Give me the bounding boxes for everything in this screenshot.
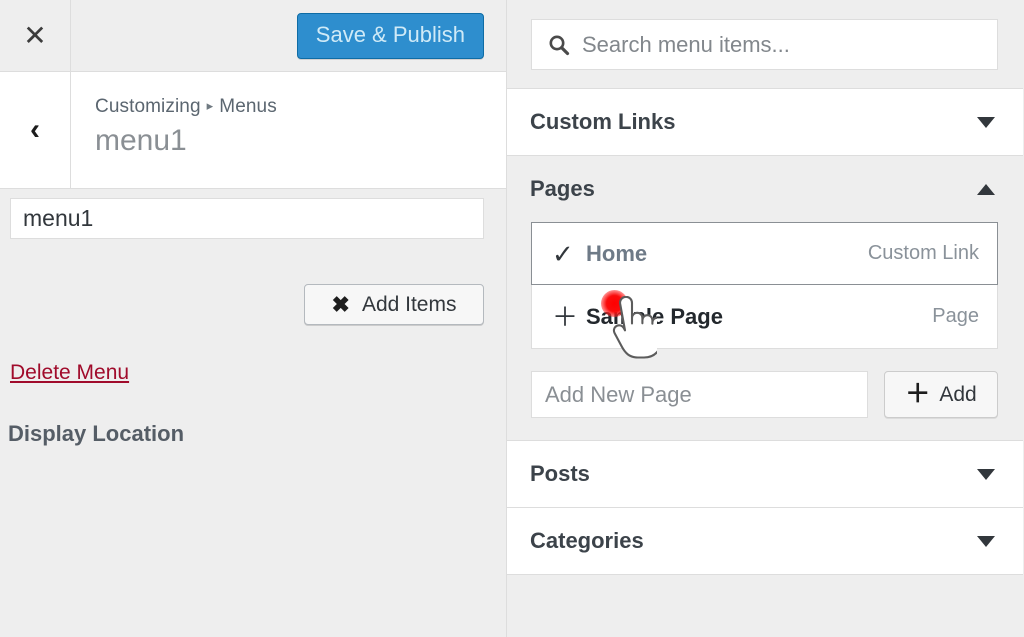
- section-custom-links: Custom Links: [507, 89, 1023, 156]
- menu-item-sample-page-type: Page: [932, 305, 979, 328]
- menu-item-home-type: Custom Link: [868, 242, 979, 265]
- panel-title-bar: ‹ Customizing ▸ Menus menu1: [0, 72, 506, 189]
- breadcrumb-root[interactable]: Customizing: [95, 96, 201, 117]
- pages-item-list: ✓ Home Custom Link ＋ Sample Page Page: [531, 222, 998, 349]
- chevron-up-icon: [977, 184, 995, 195]
- section-categories: Categories: [507, 508, 1023, 575]
- section-categories-label: Categories: [530, 528, 644, 554]
- add-new-page-button[interactable]: ＋ Add: [884, 371, 998, 418]
- customizer-header: ✕ Save & Publish: [0, 0, 506, 72]
- menu-item-home[interactable]: ✓ Home Custom Link: [531, 222, 998, 285]
- chevron-down-icon: [977, 536, 995, 547]
- customizer-sidebar: ✕ Save & Publish ‹ Customizing ▸ Menus men…: [0, 0, 507, 637]
- section-pages-body: ✓ Home Custom Link ＋ Sample Page Page ＋: [507, 222, 1023, 440]
- breadcrumb-current: Menus: [219, 96, 277, 117]
- menu-item-sample-page[interactable]: ＋ Sample Page Page: [532, 285, 997, 348]
- section-custom-links-label: Custom Links: [530, 109, 675, 135]
- add-new-page-input[interactable]: [531, 371, 868, 418]
- section-posts: Posts: [507, 441, 1023, 508]
- menu-name-input[interactable]: [10, 198, 484, 239]
- add-new-page-button-label: Add: [939, 383, 976, 407]
- save-and-publish-button[interactable]: Save & Publish: [297, 13, 484, 59]
- search-input[interactable]: [580, 19, 997, 70]
- check-icon: ✓: [552, 241, 580, 267]
- add-items-label: Add Items: [362, 293, 457, 317]
- section-posts-header[interactable]: Posts: [507, 441, 1023, 507]
- available-menu-items-panel: Custom Links Pages ✓ Home Custom Link: [507, 0, 1023, 637]
- delete-menu-link[interactable]: Delete Menu: [10, 361, 129, 385]
- section-categories-header[interactable]: Categories: [507, 508, 1023, 574]
- section-custom-links-header[interactable]: Custom Links: [507, 89, 1023, 155]
- search-box[interactable]: [531, 19, 998, 70]
- section-pages-header[interactable]: Pages: [507, 156, 1023, 222]
- search-icon: [546, 32, 572, 58]
- close-x-icon: ✕: [23, 22, 46, 50]
- plus-icon: ＋: [552, 304, 580, 330]
- chevron-left-icon: ‹: [30, 115, 40, 145]
- plus-icon: ＋: [905, 382, 930, 407]
- back-button[interactable]: ‹: [0, 72, 71, 188]
- section-pages: Pages ✓ Home Custom Link ＋ Sample Page P…: [507, 156, 1023, 441]
- chevron-down-icon: [977, 117, 995, 128]
- save-button-wrap: Save & Publish: [297, 0, 506, 71]
- add-items-button[interactable]: ✖ Add Items: [304, 284, 484, 325]
- header-spacer: [71, 0, 297, 71]
- menu-settings-body: ✖ Add Items Delete Menu Display Location…: [0, 189, 506, 637]
- add-new-page-row: ＋ Add: [531, 371, 998, 418]
- menu-item-sample-page-name: Sample Page: [586, 304, 723, 330]
- section-pages-label: Pages: [530, 176, 595, 202]
- close-customizer-button[interactable]: ✕: [0, 0, 71, 71]
- breadcrumb-separator-icon: ▸: [207, 98, 214, 114]
- menu-item-home-name: Home: [586, 241, 647, 267]
- breadcrumb: Customizing ▸ Menus: [95, 96, 277, 118]
- close-x-icon: ✖: [332, 294, 350, 316]
- panel-title-texts: Customizing ▸ Menus menu1: [71, 72, 277, 188]
- chevron-down-icon: [977, 469, 995, 480]
- display-location-heading: Display Location: [8, 421, 184, 447]
- search-area: [507, 0, 1023, 89]
- customizer-screen: ✕ Save & Publish ‹ Customizing ▸ Menus men…: [0, 0, 1024, 637]
- section-posts-label: Posts: [530, 461, 590, 487]
- page-title: menu1: [95, 124, 277, 157]
